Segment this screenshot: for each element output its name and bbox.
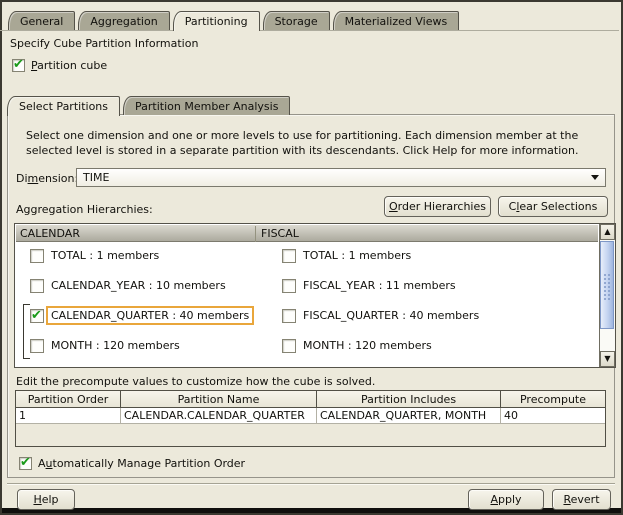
dimension-select[interactable]: TIME xyxy=(76,168,606,187)
tab-select-partitions[interactable]: Select Partitions xyxy=(7,96,120,116)
tab-materialized-views[interactable]: Materialized Views xyxy=(333,11,460,30)
apply-button[interactable]: Apply xyxy=(468,489,544,510)
footer-divider xyxy=(7,483,615,485)
aggregation-hierarchies-label: Aggregation Hierarchies: xyxy=(16,203,153,216)
level-checkbox[interactable] xyxy=(30,249,44,263)
level-label: CALENDAR_YEAR : 10 members xyxy=(48,278,229,293)
auto-manage-row[interactable]: Automatically Manage Partition Order xyxy=(19,457,245,470)
auto-manage-label: Automatically Manage Partition Order xyxy=(38,457,245,470)
level-item-calendar-month[interactable]: MONTH : 120 members xyxy=(30,338,183,353)
level-checkbox[interactable] xyxy=(30,339,44,353)
column-header-partition-includes: Partition Includes xyxy=(317,391,501,407)
column-header-partition-name: Partition Name xyxy=(121,391,317,407)
partition-cube-checkbox[interactable] xyxy=(12,59,25,72)
main-tabbar: General Aggregation Partitioning Storage… xyxy=(0,7,619,31)
page-title: Specify Cube Partition Information xyxy=(10,37,198,50)
cell-precompute[interactable]: 40 xyxy=(501,408,605,423)
tab-aggregation[interactable]: Aggregation xyxy=(78,11,169,30)
precompute-table: Partition Order Partition Name Partition… xyxy=(15,390,606,447)
level-checkbox[interactable] xyxy=(282,249,296,263)
dimension-selected-value: TIME xyxy=(77,171,591,184)
chevron-down-icon xyxy=(591,175,599,180)
tab-partition-member-analysis[interactable]: Partition Member Analysis xyxy=(123,96,290,115)
selected-levels-bracket xyxy=(23,304,30,359)
tab-storage[interactable]: Storage xyxy=(263,11,330,30)
precompute-table-header: Partition Order Partition Name Partition… xyxy=(16,391,605,408)
column-header-precompute: Precompute xyxy=(501,391,605,407)
cell-partition-name[interactable]: CALENDAR.CALENDAR_QUARTER xyxy=(121,408,317,423)
level-label: CALENDAR_QUARTER : 40 members xyxy=(48,308,252,323)
level-checkbox[interactable] xyxy=(282,339,296,353)
tab-partitioning[interactable]: Partitioning xyxy=(173,11,260,31)
level-label: TOTAL : 1 members xyxy=(300,248,414,263)
level-item-calendar-quarter[interactable]: CALENDAR_QUARTER : 40 members xyxy=(30,308,252,323)
help-button[interactable]: Help xyxy=(17,489,75,510)
level-checkbox[interactable] xyxy=(282,309,296,323)
scrollbar-thumb[interactable] xyxy=(600,241,614,329)
level-label: FISCAL_QUARTER : 40 members xyxy=(300,308,482,323)
partition-cube-row[interactable]: Partition cube xyxy=(12,59,107,72)
column-header-fiscal: FISCAL xyxy=(255,226,299,242)
revert-button[interactable]: Revert xyxy=(552,489,611,510)
tab-general[interactable]: General xyxy=(8,11,75,30)
level-label: FISCAL_YEAR : 11 members xyxy=(300,278,459,293)
level-item-calendar-year[interactable]: CALENDAR_YEAR : 10 members xyxy=(30,278,229,293)
partition-cube-label: Partition cube xyxy=(31,59,107,72)
select-partitions-panel: Select one dimension and one or more lev… xyxy=(7,114,615,478)
clear-selections-button[interactable]: Clear Selections xyxy=(498,196,608,217)
level-item-fiscal-month[interactable]: MONTH : 120 members xyxy=(282,338,435,353)
table-row[interactable]: 1 CALENDAR.CALENDAR_QUARTER CALENDAR_QUA… xyxy=(16,408,605,424)
level-checkbox[interactable] xyxy=(282,279,296,293)
level-checkbox[interactable] xyxy=(30,309,44,323)
partition-subtabbar: Select Partitions Partition Member Analy… xyxy=(6,92,293,115)
scroll-up-icon[interactable]: ▲ xyxy=(600,224,615,240)
level-label: MONTH : 120 members xyxy=(300,338,435,353)
cell-partition-includes[interactable]: CALENDAR_QUARTER, MONTH xyxy=(317,408,501,423)
auto-manage-checkbox[interactable] xyxy=(19,457,32,470)
order-hierarchies-button[interactable]: Order Hierarchies xyxy=(384,196,491,217)
table-empty-area xyxy=(16,424,605,446)
precompute-instruction: Edit the precompute values to customize … xyxy=(16,375,375,388)
hierarchies-list: CALENDAR FISCAL TOTAL : 1 members CALEND… xyxy=(14,223,616,368)
level-item-fiscal-year[interactable]: FISCAL_YEAR : 11 members xyxy=(282,278,459,293)
hierarchies-list-header: CALENDAR FISCAL xyxy=(16,225,598,242)
cube-partitioning-dialog: General Aggregation Partitioning Storage… xyxy=(0,0,623,515)
column-header-calendar: CALENDAR xyxy=(20,227,80,240)
dimension-label: Dimension: xyxy=(16,172,78,185)
partitioning-description: Select one dimension and one or more lev… xyxy=(26,128,604,158)
cell-partition-order[interactable]: 1 xyxy=(16,408,121,423)
level-label: MONTH : 120 members xyxy=(48,338,183,353)
vertical-scrollbar[interactable]: ▲ ▼ xyxy=(599,224,615,367)
level-item-fiscal-quarter[interactable]: FISCAL_QUARTER : 40 members xyxy=(282,308,482,323)
scroll-down-icon[interactable]: ▼ xyxy=(600,351,615,367)
level-label: TOTAL : 1 members xyxy=(48,248,162,263)
level-checkbox[interactable] xyxy=(30,279,44,293)
column-header-partition-order: Partition Order xyxy=(16,391,121,407)
level-item-fiscal-total[interactable]: TOTAL : 1 members xyxy=(282,248,414,263)
level-item-calendar-total[interactable]: TOTAL : 1 members xyxy=(30,248,162,263)
